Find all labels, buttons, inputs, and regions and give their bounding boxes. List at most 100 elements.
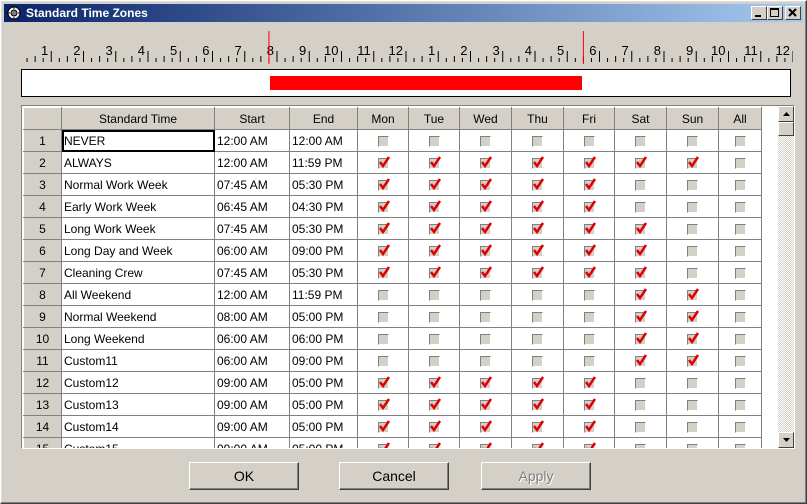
day-checkbox[interactable]: [734, 289, 746, 301]
day-all-cell[interactable]: [718, 195, 762, 218]
day-checkbox[interactable]: [428, 135, 440, 147]
schedule-name-cell[interactable]: Custom15: [61, 437, 215, 448]
day-fri-cell[interactable]: [563, 283, 615, 306]
table-row[interactable]: 11 Custom11 06:00 AM 09:00 PM: [23, 349, 762, 372]
day-checkbox[interactable]: [635, 421, 646, 433]
day-checkbox[interactable]: [687, 399, 698, 411]
day-checkbox[interactable]: [635, 399, 646, 411]
day-checkbox[interactable]: [583, 333, 595, 345]
day-checkbox[interactable]: [635, 354, 648, 367]
day-all-cell[interactable]: [718, 239, 762, 262]
schedule-name-cell[interactable]: Long Weekend: [61, 327, 215, 350]
day-tue-cell[interactable]: [408, 217, 460, 240]
end-time-cell[interactable]: 06:00 PM: [289, 327, 358, 350]
day-thu-cell[interactable]: [511, 239, 564, 262]
day-checkbox[interactable]: [734, 179, 746, 191]
schedule-name-cell[interactable]: Long Day and Week: [61, 239, 215, 262]
day-mon-cell[interactable]: [357, 239, 409, 262]
day-checkbox[interactable]: [377, 178, 390, 191]
day-tue-cell[interactable]: [408, 371, 460, 394]
start-time-cell[interactable]: 06:00 AM: [214, 239, 290, 262]
day-checkbox[interactable]: [532, 222, 545, 235]
day-wed-cell[interactable]: [459, 173, 512, 196]
day-checkbox[interactable]: [532, 200, 545, 213]
end-time-cell[interactable]: 11:59 PM: [289, 151, 358, 174]
day-checkbox[interactable]: [480, 311, 491, 323]
day-mon-cell[interactable]: [357, 437, 409, 448]
column-header[interactable]: Standard Time: [61, 107, 215, 130]
day-checkbox[interactable]: [734, 377, 746, 389]
day-thu-cell[interactable]: [511, 305, 564, 328]
day-checkbox[interactable]: [480, 355, 491, 367]
day-checkbox[interactable]: [583, 420, 596, 433]
cancel-button[interactable]: Cancel: [339, 462, 449, 490]
day-sat-cell[interactable]: [614, 349, 667, 372]
table-row[interactable]: 12 Custom12 09:00 AM 05:00 PM: [23, 371, 762, 394]
day-tue-cell[interactable]: [408, 195, 460, 218]
day-wed-cell[interactable]: [459, 327, 512, 350]
day-tue-cell[interactable]: [408, 327, 460, 350]
day-sun-cell[interactable]: [666, 327, 719, 350]
day-wed-cell[interactable]: [459, 393, 512, 416]
day-wed-cell[interactable]: [459, 217, 512, 240]
column-header[interactable]: Sat: [614, 107, 667, 130]
day-checkbox[interactable]: [583, 178, 596, 191]
start-time-cell[interactable]: 09:00 AM: [214, 371, 290, 394]
day-checkbox[interactable]: [377, 355, 389, 367]
start-time-cell[interactable]: 09:00 AM: [214, 415, 290, 438]
day-all-cell[interactable]: [718, 437, 762, 448]
day-sun-cell[interactable]: [666, 371, 719, 394]
schedule-name-cell[interactable]: ALWAYS: [61, 151, 215, 174]
day-sun-cell[interactable]: [666, 393, 719, 416]
day-all-cell[interactable]: [718, 393, 762, 416]
table-row[interactable]: 2 ALWAYS 12:00 AM 11:59 PM: [23, 151, 762, 174]
column-header[interactable]: Wed: [459, 107, 512, 130]
day-all-cell[interactable]: [718, 349, 762, 372]
day-checkbox[interactable]: [635, 179, 646, 191]
day-all-cell[interactable]: [718, 129, 762, 152]
day-checkbox[interactable]: [635, 443, 646, 448]
day-thu-cell[interactable]: [511, 393, 564, 416]
start-time-cell[interactable]: 08:00 AM: [214, 305, 290, 328]
day-thu-cell[interactable]: [511, 195, 564, 218]
row-number[interactable]: 1: [23, 129, 62, 152]
day-checkbox[interactable]: [635, 135, 646, 147]
day-checkbox[interactable]: [635, 310, 648, 323]
day-checkbox[interactable]: [428, 311, 440, 323]
start-time-cell[interactable]: 09:00 AM: [214, 437, 290, 448]
day-checkbox[interactable]: [687, 443, 698, 448]
day-checkbox[interactable]: [532, 156, 545, 169]
column-header[interactable]: Start: [214, 107, 290, 130]
column-header[interactable]: Sun: [666, 107, 719, 130]
day-checkbox[interactable]: [532, 289, 543, 301]
day-sat-cell[interactable]: [614, 393, 667, 416]
day-checkbox[interactable]: [532, 311, 543, 323]
day-sun-cell[interactable]: [666, 349, 719, 372]
day-checkbox[interactable]: [480, 442, 493, 448]
day-checkbox[interactable]: [583, 376, 596, 389]
day-sat-cell[interactable]: [614, 239, 667, 262]
day-thu-cell[interactable]: [511, 129, 564, 152]
day-checkbox[interactable]: [480, 398, 493, 411]
day-checkbox[interactable]: [480, 200, 493, 213]
day-checkbox[interactable]: [734, 311, 746, 323]
day-checkbox[interactable]: [428, 289, 440, 301]
day-checkbox[interactable]: [532, 244, 545, 257]
day-sat-cell[interactable]: [614, 195, 667, 218]
day-checkbox[interactable]: [377, 289, 389, 301]
table-row[interactable]: 9 Normal Weekend 08:00 AM 05:00 PM: [23, 305, 762, 328]
table-row[interactable]: 10 Long Weekend 06:00 AM 06:00 PM: [23, 327, 762, 350]
schedule-name-cell[interactable]: Cleaning Crew: [61, 261, 215, 284]
row-number[interactable]: 3: [23, 173, 62, 196]
day-checkbox[interactable]: [480, 266, 493, 279]
schedule-name-cell[interactable]: Early Work Week: [61, 195, 215, 218]
end-time-cell[interactable]: 05:30 PM: [289, 217, 358, 240]
day-checkbox[interactable]: [428, 244, 441, 257]
start-time-cell[interactable]: 06:00 AM: [214, 327, 290, 350]
day-sat-cell[interactable]: [614, 305, 667, 328]
day-checkbox[interactable]: [635, 222, 648, 235]
day-checkbox[interactable]: [532, 442, 545, 448]
column-header[interactable]: All: [718, 107, 762, 130]
end-time-cell[interactable]: 05:00 PM: [289, 415, 358, 438]
day-all-cell[interactable]: [718, 283, 762, 306]
